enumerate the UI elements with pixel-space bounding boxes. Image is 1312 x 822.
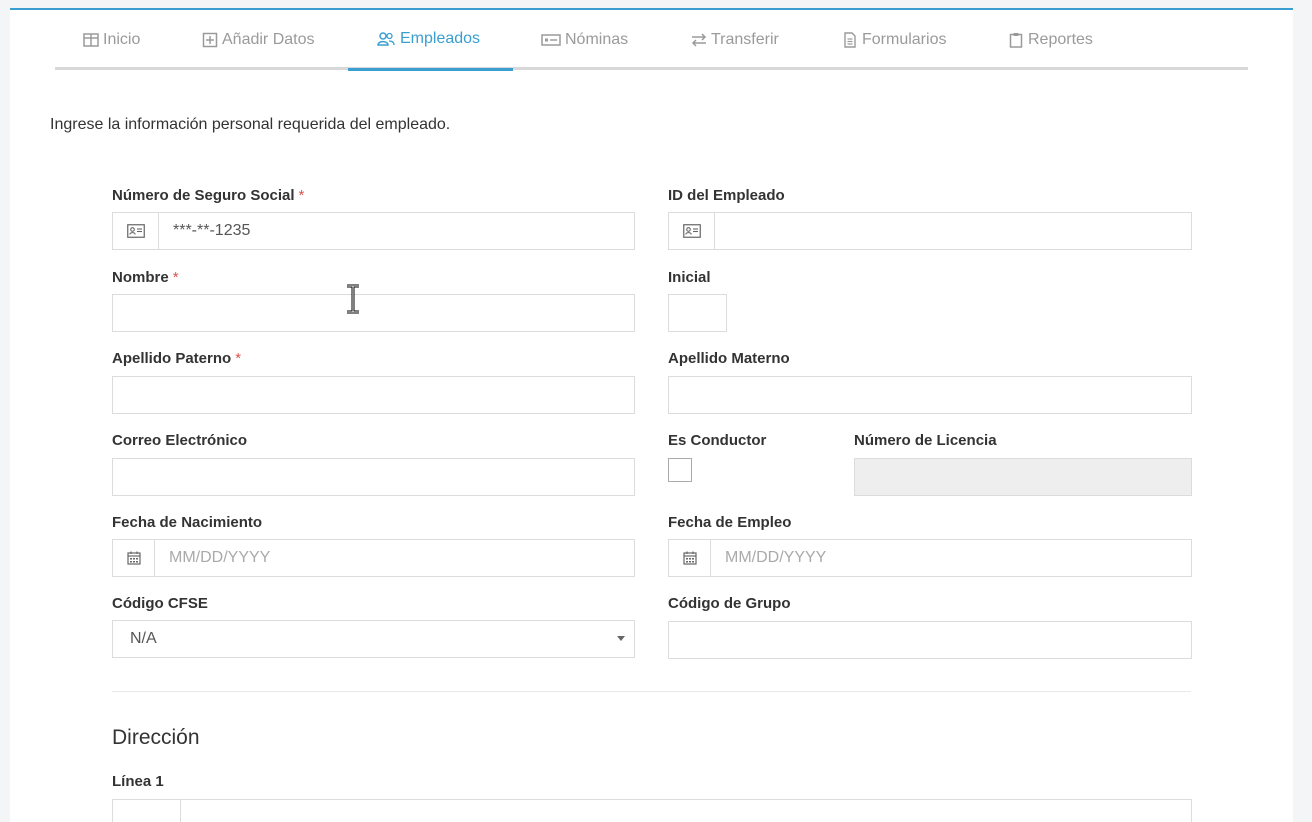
calendar-icon[interactable] bbox=[669, 540, 711, 576]
tab-label: Nóminas bbox=[565, 31, 629, 48]
email-field[interactable] bbox=[112, 458, 635, 496]
email-label: Correo Electrónico bbox=[112, 432, 248, 449]
tab-label: Formularios bbox=[862, 31, 947, 48]
address-line1-addon bbox=[113, 800, 181, 822]
last-name-label: Apellido Paterno * bbox=[112, 350, 242, 367]
chevron-down-icon bbox=[617, 636, 625, 641]
ssn-label: Número de Seguro Social * bbox=[112, 187, 305, 204]
first-name-field[interactable] bbox=[112, 294, 635, 332]
employee-form-panel: Inicio Añadir Datos Empleados Nóminas Tr… bbox=[10, 8, 1293, 822]
group-code-field[interactable] bbox=[668, 621, 1192, 659]
mother-last-name-field[interactable] bbox=[668, 376, 1192, 414]
table-icon bbox=[83, 33, 99, 47]
tab-label: Empleados bbox=[400, 30, 481, 47]
id-card-icon bbox=[113, 213, 159, 249]
tab-inicio[interactable]: Inicio bbox=[83, 10, 140, 70]
initial-label: Inicial bbox=[668, 269, 711, 286]
required-marker: * bbox=[298, 187, 305, 204]
first-name-label: Nombre * bbox=[112, 269, 179, 286]
initial-field[interactable] bbox=[668, 294, 727, 332]
ssn-field[interactable]: ***-**-1235 bbox=[112, 212, 635, 250]
hire-date-field[interactable]: MM/DD/YYYY bbox=[668, 539, 1192, 577]
tab-label: Reportes bbox=[1028, 31, 1093, 48]
cfse-code-value: N/A bbox=[130, 630, 157, 647]
ssn-value: ***-**-1235 bbox=[173, 222, 251, 239]
required-marker: * bbox=[235, 350, 242, 367]
id-card-icon bbox=[669, 213, 715, 249]
section-divider bbox=[112, 691, 1191, 692]
mother-last-name-label: Apellido Materno bbox=[668, 350, 790, 367]
employee-id-field[interactable] bbox=[668, 212, 1192, 250]
text-cursor-icon bbox=[347, 284, 359, 314]
license-number-label: Número de Licencia bbox=[854, 432, 997, 449]
calendar-icon[interactable] bbox=[113, 540, 155, 576]
nav-tabs: Inicio Añadir Datos Empleados Nóminas Tr… bbox=[55, 10, 1248, 71]
birth-date-placeholder: MM/DD/YYYY bbox=[169, 549, 271, 566]
tab-transferir[interactable]: Transferir bbox=[691, 10, 779, 70]
hire-date-label: Fecha de Empleo bbox=[668, 514, 792, 531]
tab-label: Transferir bbox=[711, 31, 779, 48]
plus-square-icon bbox=[202, 32, 218, 48]
is-driver-label: Es Conductor bbox=[668, 432, 767, 449]
is-driver-checkbox[interactable] bbox=[668, 458, 692, 482]
tab-empleados[interactable]: Empleados bbox=[348, 10, 513, 71]
required-marker: * bbox=[172, 269, 179, 286]
tab-reportes[interactable]: Reportes bbox=[1008, 10, 1093, 70]
address-line1-field[interactable] bbox=[112, 799, 1192, 822]
tab-nominas[interactable]: Nóminas bbox=[541, 10, 628, 70]
last-name-field[interactable] bbox=[112, 376, 635, 414]
group-code-label: Código de Grupo bbox=[668, 595, 791, 612]
tab-label: Añadir Datos bbox=[222, 31, 315, 48]
hire-date-placeholder: MM/DD/YYYY bbox=[725, 549, 827, 566]
birth-date-field[interactable]: MM/DD/YYYY bbox=[112, 539, 635, 577]
cfse-code-select[interactable]: N/A bbox=[112, 620, 635, 658]
intro-text: Ingrese la información personal requerid… bbox=[50, 116, 451, 133]
tab-anadir-datos[interactable]: Añadir Datos bbox=[202, 10, 315, 70]
address-line1-label: Línea 1 bbox=[112, 773, 164, 790]
address-section-title: Dirección bbox=[112, 726, 200, 749]
file-icon bbox=[844, 32, 856, 48]
cfse-code-label: Código CFSE bbox=[112, 595, 208, 612]
employee-id-label: ID del Empleado bbox=[668, 187, 785, 204]
tab-label: Inicio bbox=[103, 31, 141, 48]
clipboard-icon bbox=[1009, 33, 1023, 48]
tab-formularios[interactable]: Formularios bbox=[842, 10, 946, 70]
birth-date-label: Fecha de Nacimiento bbox=[112, 514, 263, 531]
license-number-field bbox=[854, 458, 1192, 496]
money-icon bbox=[541, 34, 561, 46]
users-icon bbox=[377, 32, 395, 46]
exchange-icon bbox=[691, 33, 707, 47]
